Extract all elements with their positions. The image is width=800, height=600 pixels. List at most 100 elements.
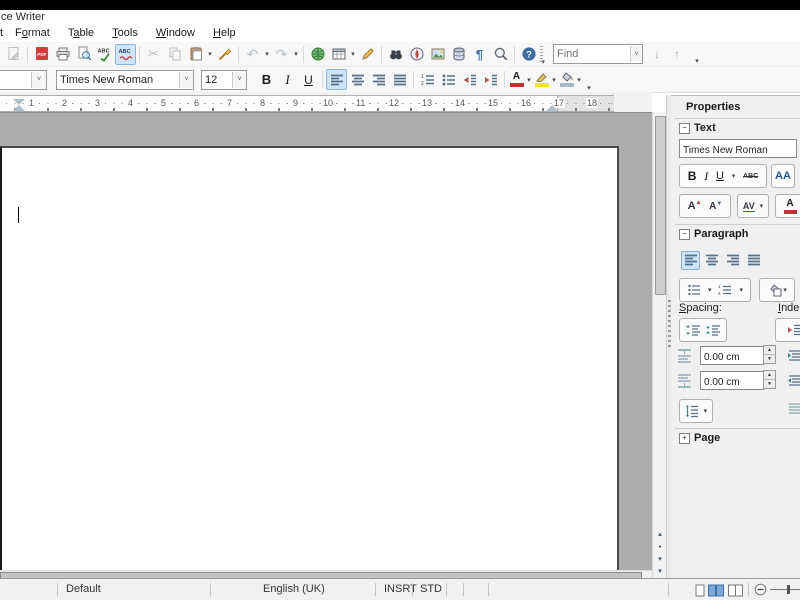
menu-help[interactable]: Help <box>204 26 245 40</box>
strikethrough-button[interactable]: ABC <box>743 173 758 180</box>
document-page[interactable] <box>0 146 619 571</box>
redo-icon[interactable]: ↷ <box>271 44 292 65</box>
left-indent-marker[interactable] <box>13 105 25 111</box>
line-spacing-button[interactable]: ▾ <box>679 399 713 423</box>
edit-file-icon[interactable] <box>3 44 24 65</box>
insert-table-dropdown-icon[interactable]: ▾ <box>349 50 357 58</box>
paragraph-section-collapse-icon[interactable]: − <box>679 229 690 240</box>
sidebar-align-left-button[interactable] <box>681 250 700 270</box>
menu-window[interactable]: Window <box>147 26 204 40</box>
decrease-indent-button[interactable] <box>459 69 480 90</box>
sidebar-italic-button[interactable]: I <box>704 169 708 184</box>
numbered-list-button[interactable]: 12 <box>417 69 438 90</box>
align-left-button[interactable] <box>326 69 347 90</box>
toolbar-grip[interactable] <box>540 46 543 62</box>
zoom-slider-thumb[interactable] <box>787 585 790 594</box>
find-previous-icon[interactable]: ↑ <box>669 47 685 61</box>
document-workspace[interactable] <box>0 112 652 571</box>
gallery-icon[interactable] <box>427 44 448 65</box>
draw-functions-icon[interactable] <box>357 44 378 65</box>
font-size-input[interactable] <box>202 71 232 88</box>
spelling-icon[interactable]: ABC <box>94 44 115 65</box>
hyperlink-icon[interactable] <box>307 44 328 65</box>
italic-button[interactable]: I <box>277 69 298 90</box>
text-section-header[interactable]: Text <box>694 122 716 134</box>
previous-page-icon[interactable]: ▴ <box>654 528 666 540</box>
below-spacing-input[interactable] <box>701 374 763 391</box>
sidebar-bulleted-list-button[interactable] <box>687 283 701 297</box>
font-size-dropdown-icon[interactable]: ˅ <box>232 71 246 88</box>
shrink-font-button[interactable]: A▼ <box>709 201 722 212</box>
grow-font-button[interactable]: A▲ <box>688 200 702 212</box>
font-color-dropdown-icon[interactable]: ▾ <box>525 76 533 84</box>
above-spacing-stepper[interactable]: ▲ ▼ <box>763 345 776 364</box>
below-spacing-field[interactable] <box>700 371 764 391</box>
next-page-icon[interactable]: ▾ <box>654 553 666 565</box>
multi-page-view-icon[interactable] <box>708 584 725 597</box>
bulleted-list-button[interactable] <box>438 69 459 90</box>
find-dropdown-icon[interactable]: ˅ <box>630 46 642 62</box>
indent-lines-icon[interactable] <box>787 402 800 416</box>
underline-dropdown-icon[interactable]: ▾ <box>732 172 736 180</box>
above-spacing-field[interactable] <box>700 346 764 366</box>
clone-formatting-icon[interactable] <box>214 44 235 65</box>
background-color-dropdown-icon[interactable]: ▾ <box>575 76 583 84</box>
align-justify-button[interactable] <box>389 69 410 90</box>
paragraph-background-button[interactable]: ▾ <box>759 278 795 302</box>
zoom-out-icon[interactable] <box>754 583 767 596</box>
background-color-button[interactable] <box>558 70 575 89</box>
style-dropdown-icon[interactable]: ˅ <box>31 71 46 88</box>
line-spacing-dropdown-icon[interactable]: ▾ <box>704 407 708 415</box>
menu-tools[interactable]: Tools <box>103 26 147 40</box>
menu-table[interactable]: Table <box>59 26 103 40</box>
find-next-icon[interactable]: ↓ <box>649 47 665 61</box>
menu-format[interactable]: Format <box>6 26 59 40</box>
single-page-view-icon[interactable] <box>695 584 706 597</box>
sidebar-font-color-button[interactable]: A <box>775 194 800 218</box>
sidebar-underline-button[interactable]: U <box>716 170 724 182</box>
sidebar-font-name-field[interactable] <box>679 139 797 159</box>
font-size-combobox[interactable]: ˅ <box>201 69 247 90</box>
cut-icon[interactable]: ✂ <box>143 44 164 65</box>
vertical-scrollbar[interactable]: ▴ ● ▾ ▾ <box>652 112 667 578</box>
hanging-indent-icon[interactable] <box>787 373 800 389</box>
sidebar-numbered-list-button[interactable]: 12 <box>718 283 732 297</box>
paste-icon[interactable] <box>185 44 206 65</box>
sidebar-align-justify-button[interactable] <box>744 251 763 270</box>
page-section-header[interactable]: Page <box>694 432 720 444</box>
sidebar-bold-button[interactable]: B <box>688 169 697 183</box>
highlight-color-button[interactable] <box>533 70 550 89</box>
formatting-toolbar-overflow-icon[interactable]: ▾ <box>585 84 593 92</box>
undo-dropdown-icon[interactable]: ▾ <box>263 50 271 58</box>
paragraph-style-combobox[interactable]: ˅ <box>0 69 47 90</box>
page-section-expand-icon[interactable]: + <box>679 433 690 444</box>
indent-extra-icon[interactable] <box>787 348 800 364</box>
paragraph-section-header[interactable]: Paragraph <box>694 228 748 240</box>
print-preview-icon[interactable] <box>73 44 94 65</box>
increase-indent-button[interactable] <box>480 69 501 90</box>
character-spacing-dropdown-icon[interactable]: ▾ <box>760 202 764 210</box>
highlight-color-dropdown-icon[interactable]: ▾ <box>550 76 558 84</box>
copy-icon[interactable] <box>164 44 185 65</box>
book-view-icon[interactable] <box>728 584 744 597</box>
underline-button[interactable]: U <box>298 69 319 90</box>
text-section-collapse-icon[interactable]: − <box>679 123 690 134</box>
font-name-dropdown-icon[interactable]: ˅ <box>179 71 193 88</box>
selection-mode-status[interactable]: STD <box>420 583 442 595</box>
font-name-input[interactable] <box>57 71 179 88</box>
scroll-down-icon[interactable]: ▾ <box>654 565 666 577</box>
right-indent-marker[interactable] <box>546 105 558 111</box>
align-right-button[interactable] <box>368 69 389 90</box>
find-combobox[interactable]: ˅ <box>553 44 643 64</box>
language-status[interactable]: English (UK) <box>263 583 325 595</box>
export-pdf-icon[interactable]: PDF <box>31 44 52 65</box>
print-icon[interactable] <box>52 44 73 65</box>
page-style-status[interactable]: Default <box>66 583 101 595</box>
increase-spacing-button[interactable] <box>685 323 701 337</box>
redo-dropdown-icon[interactable]: ▾ <box>292 50 300 58</box>
numbering-dropdown-icon[interactable]: ▾ <box>739 286 743 294</box>
navigator-icon[interactable] <box>406 44 427 65</box>
horizontal-ruler[interactable]: 1 2 3 4 5 6 7 8 9 10 11 12 13 14 15 16 17 18 <box>0 95 614 112</box>
above-spacing-input[interactable] <box>701 349 763 366</box>
below-spacing-stepper[interactable]: ▲ ▼ <box>763 370 776 389</box>
